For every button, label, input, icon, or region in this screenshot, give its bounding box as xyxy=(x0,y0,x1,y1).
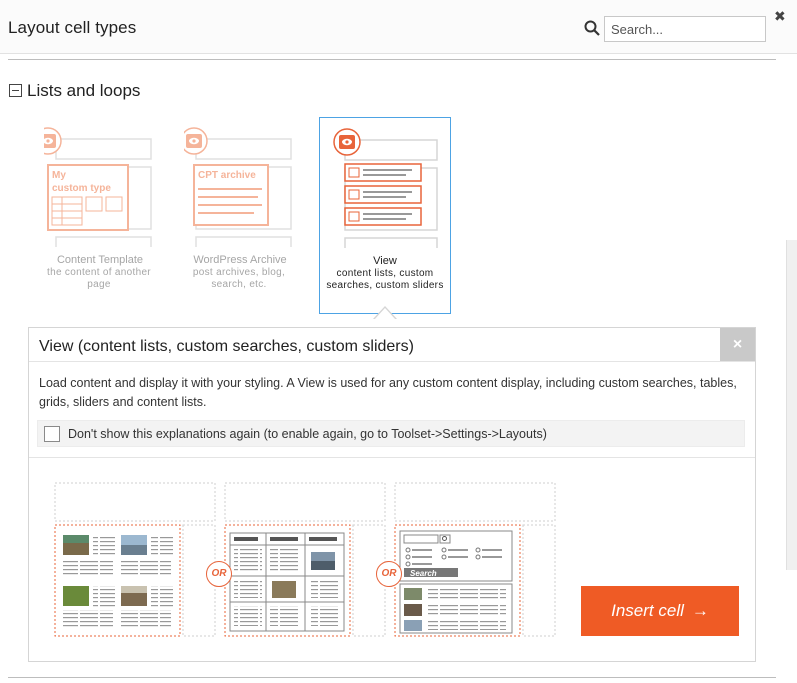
example-table-layout xyxy=(224,482,386,637)
insert-cell-button[interactable]: Insert cell → xyxy=(581,586,739,636)
or-badge: OR xyxy=(206,561,232,587)
example-search-layout: Search xyxy=(394,482,556,637)
arrow-right-icon: → xyxy=(691,601,709,620)
or-badge: OR xyxy=(376,561,402,587)
example-grid-layout xyxy=(54,482,216,637)
insert-cell-label: Insert cell xyxy=(611,601,684,620)
example-search-label: Search xyxy=(410,569,437,578)
scrollbar[interactable] xyxy=(786,240,797,570)
divider xyxy=(8,677,776,678)
